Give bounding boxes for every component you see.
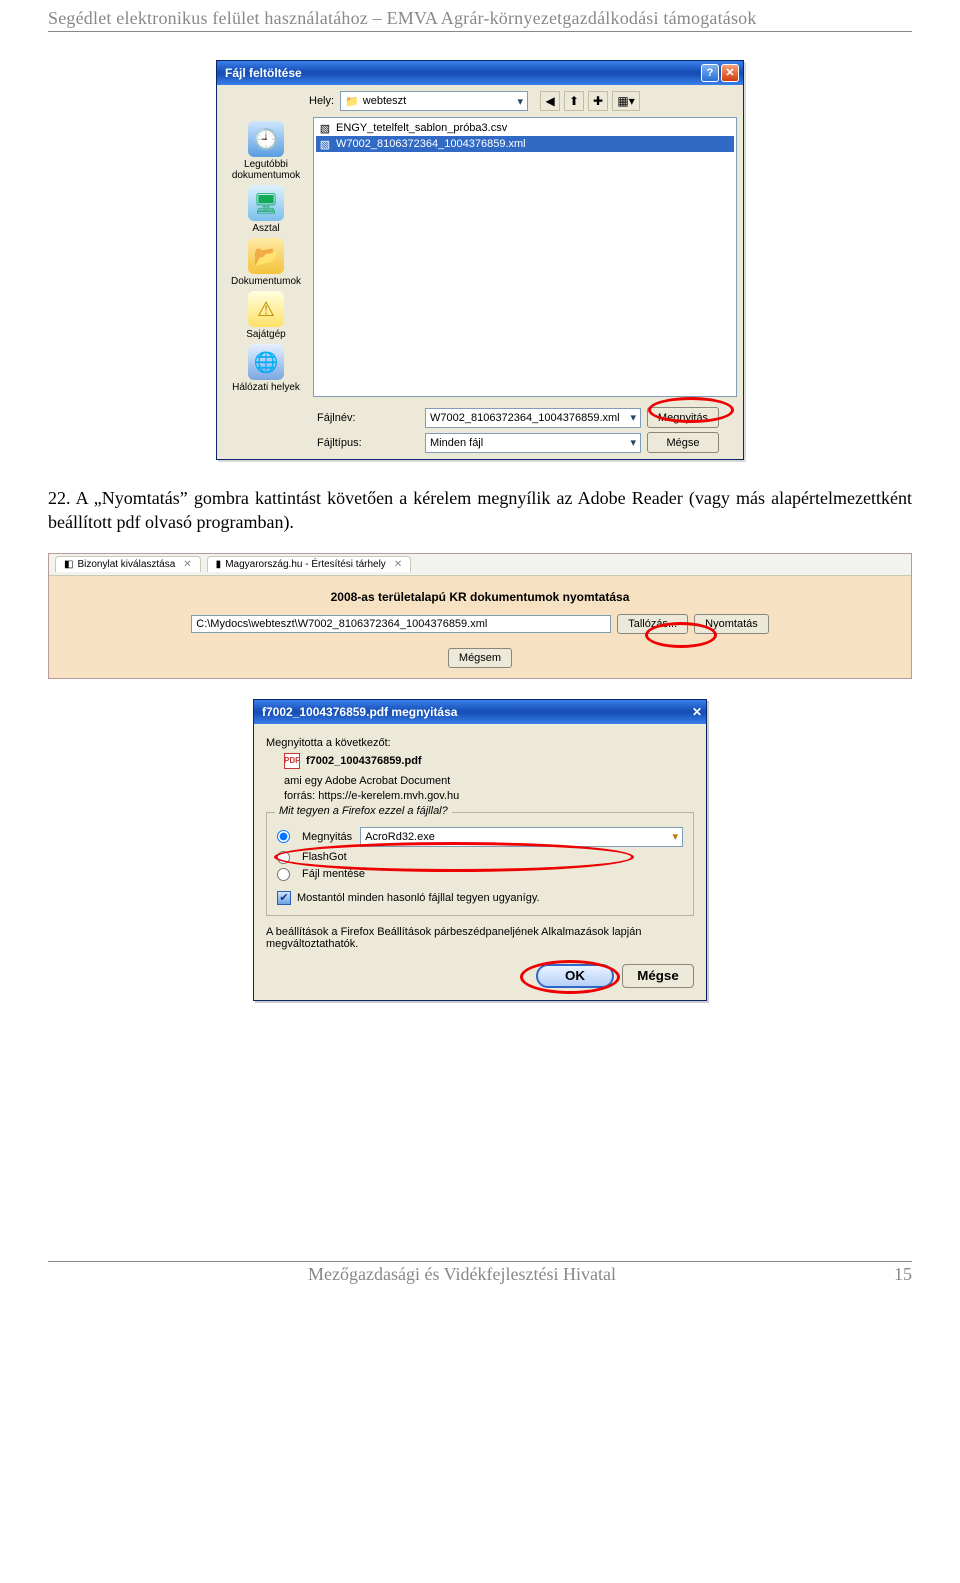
- back-icon[interactable]: ◀: [540, 91, 560, 111]
- browser-tab[interactable]: ◧ Bizonylat kiválasztása ✕: [55, 556, 201, 572]
- type-prefix: ami egy: [284, 775, 323, 787]
- chevron-down-icon: ▾: [630, 436, 636, 449]
- dialog-title: f7002_1004376859.pdf megnyitása: [262, 705, 457, 719]
- place-label: Sajátgép: [227, 329, 305, 340]
- file-upload-dialog: Fájl feltöltése ? ✕ Hely: 📁 webteszt ▾ ◀…: [216, 60, 744, 460]
- tab-icon: ◧: [64, 559, 73, 570]
- file-list[interactable]: ▧ ENGY_tetelfelt_sablon_próba3.csv ▧ W70…: [313, 117, 737, 397]
- download-dialog: f7002_1004376859.pdf megnyitása ✕ Megnyi…: [253, 699, 707, 1001]
- chevron-down-icon: ▾: [672, 830, 678, 843]
- location-label: Hely:: [309, 95, 334, 107]
- place-label: Legutóbbi dokumentumok: [227, 159, 305, 181]
- tab-label: Magyarország.hu - Értesítési tárhely: [225, 559, 386, 570]
- place-label: Dokumentumok: [227, 276, 305, 287]
- file-icon: ▧: [318, 121, 332, 135]
- opened-label: Megnyitotta a következőt:: [266, 737, 694, 749]
- tab-close-icon[interactable]: ✕: [183, 559, 191, 570]
- dialog-titlebar: Fájl feltöltése ? ✕: [217, 61, 743, 85]
- source-prefix: forrás:: [284, 790, 315, 802]
- browse-button[interactable]: Tallózás...: [617, 614, 688, 634]
- place-label: Asztal: [227, 223, 305, 234]
- filetype-dropdown[interactable]: Minden fájl ▾: [425, 433, 641, 453]
- cancel-button[interactable]: Mégse: [622, 964, 694, 988]
- place-recent[interactable]: 🕘 Legutóbbi dokumentumok: [227, 121, 305, 181]
- warning-icon: ⚠: [248, 291, 284, 327]
- remember-checkbox[interactable]: ✔: [277, 891, 291, 905]
- filename-input[interactable]: W7002_8106372364_1004376859.xml ▾: [425, 408, 641, 428]
- group-legend: Mit tegyen a Firefox ezzel a fájllal?: [275, 805, 452, 817]
- open-button[interactable]: Megnyitás: [647, 407, 719, 428]
- chevron-down-icon: ▾: [518, 95, 524, 108]
- open-with-label: Megnyitás: [302, 831, 352, 843]
- dialog-title: Fájl feltöltése: [225, 66, 302, 80]
- remember-label: Mostantól minden hasonló fájllal tegyen …: [297, 892, 540, 904]
- flag-icon: ▮: [216, 559, 222, 570]
- browser-tab[interactable]: ▮ Magyarország.hu - Értesítési tárhely ✕: [207, 556, 412, 572]
- flashgot-label: FlashGot: [302, 851, 347, 863]
- cancel-button[interactable]: Mégsem: [448, 648, 512, 668]
- place-network[interactable]: 🌐 Hálózati helyek: [227, 344, 305, 393]
- settings-note: A beállítások a Firefox Beállítások párb…: [266, 926, 694, 950]
- body-paragraph: 22. A „Nyomtatás” gombra kattintást köve…: [48, 486, 912, 535]
- filetype-label: Fájltípus:: [223, 437, 419, 449]
- location-value: webteszt: [363, 95, 406, 107]
- ok-button[interactable]: OK: [536, 964, 614, 988]
- documents-icon: 📂: [248, 238, 284, 274]
- download-filename: f7002_1004376859.pdf: [306, 755, 422, 767]
- folder-icon: 📁: [345, 95, 359, 108]
- chevron-down-icon: ▾: [630, 411, 636, 424]
- type-value: Adobe Acrobat Document: [325, 775, 450, 787]
- flashgot-radio[interactable]: [277, 851, 290, 864]
- up-icon[interactable]: ⬆: [564, 91, 584, 111]
- panel-title: 2008-as területalapú KR dokumentumok nyo…: [49, 576, 911, 610]
- close-icon[interactable]: ✕: [721, 64, 739, 82]
- view-menu-icon[interactable]: ▦▾: [612, 91, 640, 111]
- page-header: Segédlet elektronikus felület használatá…: [48, 0, 912, 32]
- file-name: ENGY_tetelfelt_sablon_próba3.csv: [336, 122, 507, 134]
- desktop-icon: 🖥: [248, 185, 284, 221]
- source-value: https://e-kerelem.mvh.gov.hu: [318, 790, 459, 802]
- footer-page-number: 15: [876, 1264, 912, 1285]
- tab-label: Bizonylat kiválasztása: [77, 559, 175, 570]
- file-name: W7002_8106372364_1004376859.xml: [336, 138, 526, 150]
- network-icon: 🌐: [248, 344, 284, 380]
- location-dropdown[interactable]: 📁 webteszt ▾: [340, 91, 528, 111]
- tab-close-icon[interactable]: ✕: [394, 559, 402, 570]
- places-bar: 🕘 Legutóbbi dokumentumok 🖥 Asztal 📂 Doku…: [223, 117, 309, 397]
- web-print-panel: ◧ Bizonylat kiválasztása ✕ ▮ Magyarorszá…: [48, 553, 912, 679]
- file-row[interactable]: ▧ ENGY_tetelfelt_sablon_próba3.csv: [316, 120, 734, 136]
- filename-label: Fájlnév:: [223, 412, 419, 424]
- open-with-radio[interactable]: [277, 830, 290, 843]
- save-file-label: Fájl mentése: [302, 868, 365, 880]
- place-mycomputer[interactable]: ⚠ Sajátgép: [227, 291, 305, 340]
- file-path-input[interactable]: [191, 615, 611, 633]
- dialog-titlebar: f7002_1004376859.pdf megnyitása ✕: [254, 700, 706, 724]
- open-with-dropdown[interactable]: AcroRd32.exe ▾: [360, 827, 683, 847]
- place-documents[interactable]: 📂 Dokumentumok: [227, 238, 305, 287]
- file-icon: ▧: [318, 137, 332, 151]
- new-folder-icon[interactable]: ✚: [588, 91, 608, 111]
- footer-org: Mezőgazdasági és Vidékfejlesztési Hivata…: [48, 1264, 876, 1285]
- filename-value: W7002_8106372364_1004376859.xml: [430, 412, 620, 424]
- print-button[interactable]: Nyomtatás: [694, 614, 769, 634]
- place-label: Hálózati helyek: [227, 382, 305, 393]
- cancel-button[interactable]: Mégse: [647, 432, 719, 453]
- save-file-radio[interactable]: [277, 868, 290, 881]
- pdf-icon: PDF: [284, 753, 300, 769]
- help-icon[interactable]: ?: [701, 64, 719, 82]
- filetype-value: Minden fájl: [430, 437, 483, 449]
- file-row[interactable]: ▧ W7002_8106372364_1004376859.xml: [316, 136, 734, 152]
- open-with-app: AcroRd32.exe: [365, 831, 435, 843]
- recent-icon: 🕘: [248, 121, 284, 157]
- place-desktop[interactable]: 🖥 Asztal: [227, 185, 305, 234]
- close-icon[interactable]: ✕: [692, 705, 702, 719]
